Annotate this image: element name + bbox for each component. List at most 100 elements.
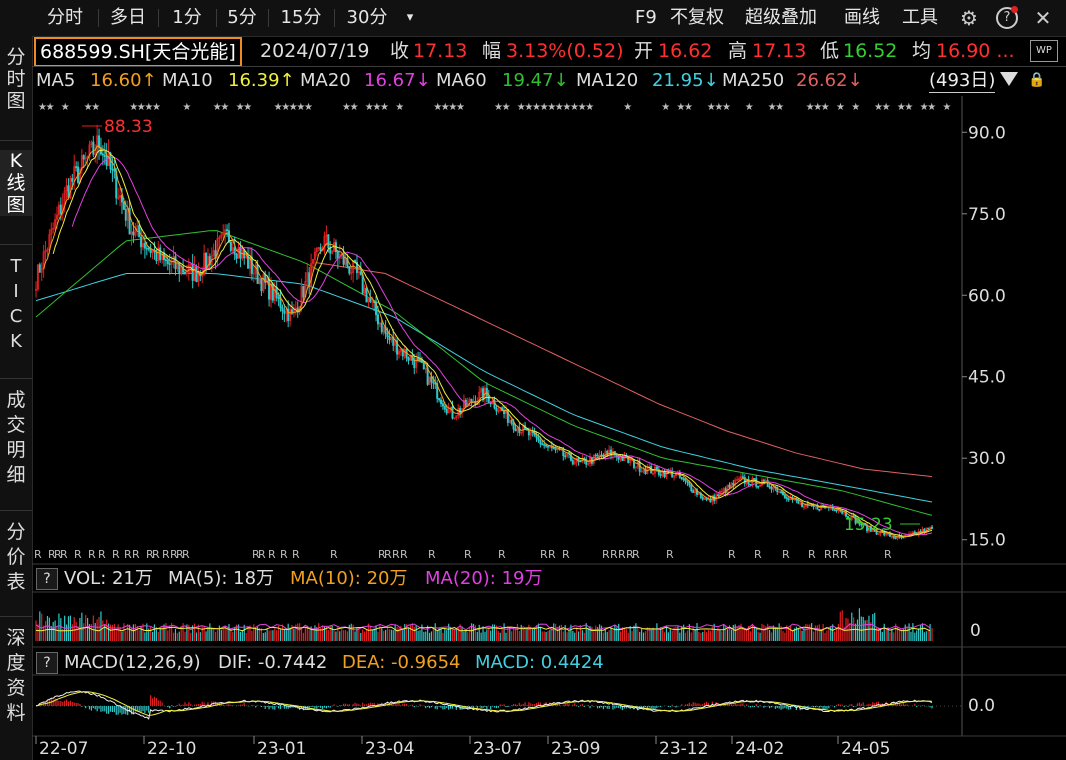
volume-bar bbox=[352, 624, 354, 641]
volume-bar bbox=[656, 623, 658, 641]
macd-bar bbox=[446, 706, 448, 708]
draw-line-button[interactable]: 画线 bbox=[844, 6, 880, 30]
macd-bar bbox=[398, 702, 400, 706]
candle-body bbox=[527, 429, 530, 436]
macd-bar bbox=[505, 706, 507, 708]
macd-bar bbox=[434, 706, 436, 709]
macd-bar bbox=[94, 706, 96, 710]
event-star-marker: ★ bbox=[46, 102, 55, 113]
stock-code[interactable]: 688599.SH[天合光能] bbox=[34, 37, 242, 67]
macd-bar bbox=[918, 705, 920, 706]
macd-bar bbox=[493, 706, 496, 708]
volume-bar bbox=[918, 628, 920, 641]
volume-bar bbox=[623, 627, 626, 641]
macd-bar bbox=[344, 703, 347, 706]
f9-button[interactable]: F9 bbox=[635, 6, 657, 30]
macd-bar bbox=[698, 703, 700, 706]
volume-bar bbox=[488, 627, 490, 641]
tools-button[interactable]: 工具 bbox=[902, 6, 938, 30]
ma10-label: MA10 bbox=[162, 70, 213, 91]
wp-icon[interactable]: WP bbox=[1030, 40, 1058, 62]
tab-1min[interactable]: 1分 bbox=[162, 6, 212, 30]
volume-bar bbox=[117, 624, 119, 641]
macd-bar bbox=[312, 706, 314, 708]
dropdown-triangle-icon[interactable] bbox=[1000, 72, 1018, 86]
tab-multi-day[interactable]: 多日 bbox=[102, 6, 154, 30]
candle-body bbox=[441, 403, 444, 407]
macd-bar bbox=[524, 702, 526, 706]
volume-bar bbox=[299, 623, 301, 641]
volume-bar bbox=[159, 627, 161, 641]
macd-bar bbox=[77, 702, 79, 706]
no-adjust-button[interactable]: 不复权 bbox=[670, 6, 724, 30]
volume-bar bbox=[614, 625, 616, 641]
macd-bar bbox=[604, 706, 606, 708]
sidebar-item-intraday[interactable]: 分 时 图 bbox=[0, 46, 32, 112]
volume-bar bbox=[700, 632, 702, 641]
high-label: 高 bbox=[728, 40, 748, 62]
volume-bar bbox=[434, 623, 436, 641]
tab-intraday[interactable]: 分时 bbox=[36, 6, 94, 30]
sidebar-item-trade-detail[interactable]: 成 交 明 细 bbox=[0, 388, 32, 488]
candle-body bbox=[743, 477, 746, 484]
super-overlay-button[interactable]: 超级叠加 bbox=[745, 6, 817, 30]
volume-bar bbox=[440, 628, 442, 641]
candle-body bbox=[812, 505, 815, 507]
close-icon[interactable]: ✕ bbox=[1032, 7, 1054, 29]
volume-bar bbox=[610, 627, 612, 641]
macd-bar bbox=[526, 705, 528, 706]
volume-bar bbox=[528, 624, 530, 641]
lock-icon[interactable]: 🔒 bbox=[1028, 72, 1046, 90]
macd-bar bbox=[923, 705, 925, 706]
candle-body bbox=[407, 357, 410, 361]
volume-bar bbox=[220, 629, 222, 641]
volume-bar bbox=[396, 627, 398, 641]
ma20-label: MA20 bbox=[300, 70, 351, 91]
macd-bar bbox=[658, 706, 660, 707]
tab-30min[interactable]: 30分 bbox=[338, 6, 396, 30]
r-marker: R bbox=[280, 548, 288, 561]
macd-bar bbox=[602, 706, 605, 710]
volume-bar bbox=[753, 626, 755, 641]
volume-bar bbox=[910, 631, 912, 641]
sidebar-item-profile[interactable]: 深 度 资 料 bbox=[0, 626, 32, 726]
volume-bar bbox=[929, 624, 931, 641]
low-annotation: 15.23 bbox=[844, 515, 893, 535]
tab-15min[interactable]: 15分 bbox=[272, 6, 330, 30]
candle-body bbox=[365, 287, 368, 303]
macd-bar bbox=[257, 705, 259, 706]
sidebar-item-label: K 线 图 bbox=[6, 150, 26, 216]
volume-bar bbox=[362, 629, 364, 641]
macd-bar bbox=[79, 703, 81, 706]
low-value: 16.52 bbox=[843, 40, 898, 62]
macd-bar bbox=[352, 704, 354, 706]
volume-bars bbox=[35, 608, 933, 641]
sidebar-item-tick[interactable]: T I C K bbox=[0, 254, 32, 354]
macd-bar bbox=[782, 706, 784, 709]
gear-icon[interactable]: ⚙ bbox=[958, 7, 980, 29]
r-marker: R bbox=[782, 548, 790, 561]
macd-bar bbox=[667, 706, 669, 707]
macd-bar bbox=[67, 701, 70, 706]
event-star-marker: ★ bbox=[942, 102, 951, 113]
volume-bar bbox=[598, 624, 601, 641]
volume-bar bbox=[190, 632, 192, 641]
volume-bar bbox=[914, 632, 916, 641]
volume-bar bbox=[350, 623, 352, 641]
macd-bar bbox=[226, 704, 228, 706]
sidebar-item-price-table[interactable]: 分 价 表 bbox=[0, 520, 32, 595]
tab-5min[interactable]: 5分 bbox=[220, 6, 264, 30]
volume-bar bbox=[182, 623, 184, 641]
help-icon[interactable]: ? bbox=[36, 568, 58, 590]
period-dropdown-icon[interactable]: ▾ bbox=[400, 6, 420, 30]
volume-bar bbox=[251, 630, 253, 641]
sidebar-item-kline[interactable]: K 线 图 bbox=[0, 150, 32, 216]
help-icon[interactable]: ? bbox=[36, 652, 58, 674]
candle-body bbox=[122, 201, 125, 210]
volume-bar bbox=[360, 632, 362, 641]
candle-body bbox=[797, 499, 800, 504]
day-count[interactable]: (493日) bbox=[929, 70, 996, 93]
volume-bar bbox=[872, 614, 874, 641]
macd-bar bbox=[470, 706, 473, 707]
r-marker: R bbox=[98, 548, 106, 561]
